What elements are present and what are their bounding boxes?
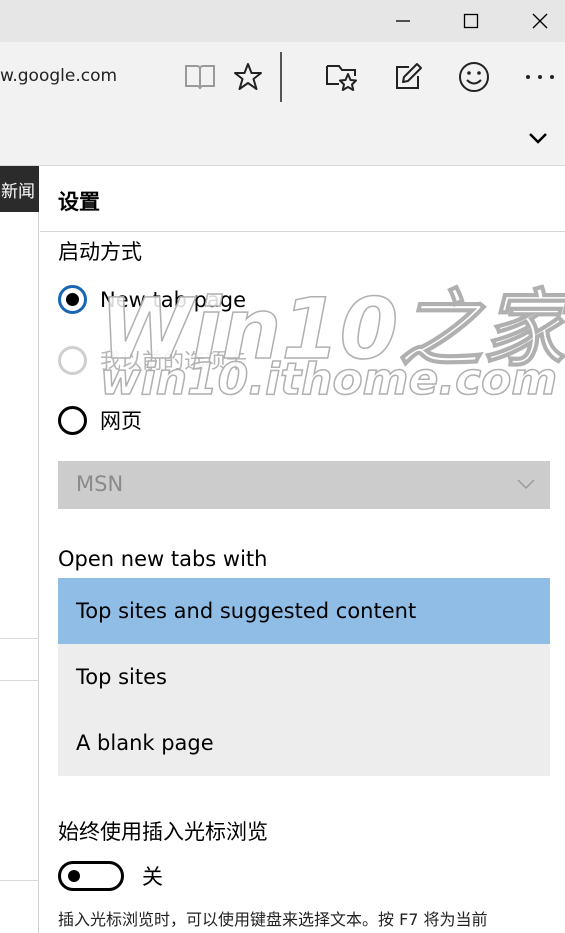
more-icon [526, 75, 554, 79]
maximize-button[interactable] [448, 0, 494, 42]
startup-label: 启动方式 [58, 240, 142, 264]
select-value: MSN [76, 472, 124, 496]
new-tabs-list: Top sites and suggested content Top site… [58, 578, 550, 776]
radio-label: 我以前的选项卡 [100, 349, 247, 373]
title-bar [0, 0, 565, 42]
feedback-smiley-icon [459, 62, 489, 92]
address-bar[interactable]: w.google.com [0, 66, 117, 86]
homepage-select[interactable]: MSN [58, 461, 550, 509]
list-item-top-sites-suggested[interactable]: Top sites and suggested content [58, 578, 550, 644]
hub-button[interactable] [324, 60, 358, 94]
radio-checked-icon [58, 285, 87, 314]
web-note-icon [396, 63, 422, 89]
radio-new-tab-page[interactable]: New tab page [58, 285, 246, 314]
list-item-blank-page[interactable]: A blank page [58, 710, 550, 776]
close-icon [532, 13, 548, 29]
radio-previous-tabs: 我以前的选项卡 [58, 345, 247, 375]
settings-header: 设置 [40, 166, 565, 232]
hub-icon [326, 65, 357, 91]
more-button[interactable] [523, 60, 557, 94]
favorite-star-icon [234, 63, 262, 90]
minimize-button[interactable] [380, 0, 426, 42]
toggle-state-label: 关 [142, 865, 163, 889]
settings-panel: 设置 启动方式 New tab page 我以前的选项卡 网页 MSN Open… [40, 166, 565, 933]
caret-browsing-description: 插入光标浏览时，可以使用键盘来选择文本。按 F7 将为当前 [58, 910, 488, 929]
chevron-down-icon [529, 133, 547, 144]
favorites-bar [0, 110, 565, 166]
radio-label: 网页 [100, 409, 142, 433]
reading-view-button[interactable] [183, 60, 217, 94]
web-note-button[interactable] [391, 60, 425, 94]
list-item-top-sites[interactable]: Top sites [58, 644, 550, 710]
maximize-icon [463, 13, 479, 29]
caret-browsing-label: 始终使用插入光标浏览 [58, 820, 268, 844]
minimize-icon [396, 20, 410, 22]
toggle-switch[interactable] [58, 861, 124, 891]
address-toolbar: w.google.com [0, 42, 565, 110]
divider [0, 680, 39, 681]
radio-disabled-icon [58, 345, 87, 375]
radio-unchecked-icon [58, 405, 87, 435]
toolbar-divider [280, 52, 282, 102]
divider [0, 638, 39, 639]
reading-view-icon [185, 65, 215, 90]
settings-title: 设置 [58, 190, 100, 214]
page-content: 新闻 [0, 166, 39, 933]
divider [0, 880, 39, 881]
chevron-down-icon [516, 476, 536, 495]
new-tabs-label: Open new tabs with [58, 547, 268, 571]
expand-button[interactable] [528, 130, 548, 149]
radio-web-page[interactable]: 网页 [58, 405, 142, 435]
caret-browsing-toggle[interactable]: 关 [58, 861, 163, 891]
radio-label: New tab page [100, 287, 247, 312]
news-tab[interactable]: 新闻 [0, 166, 39, 212]
feedback-button[interactable] [457, 60, 491, 94]
favorite-button[interactable] [231, 60, 265, 94]
close-button[interactable] [517, 0, 563, 42]
